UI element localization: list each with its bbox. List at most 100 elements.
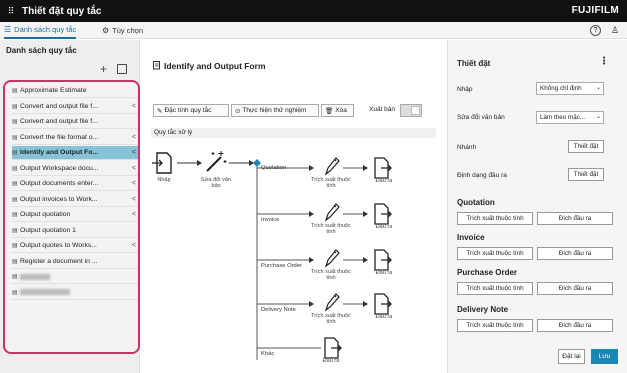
extract-pen-icon[interactable] <box>324 157 340 176</box>
rule-list-item[interactable]: ▤ Output quotation < <box>12 208 138 222</box>
extract-attributes-button[interactable]: Trích xuất thuộc tính <box>457 319 533 332</box>
rule-list-item[interactable]: ▤ Output Workspace docu... < <box>12 162 138 176</box>
arrow-head <box>363 211 368 217</box>
extract-pen-icon[interactable] <box>324 249 340 268</box>
rule-list-item[interactable]: ▤ Output quotation 1 <box>12 224 138 238</box>
add-rule-icon[interactable]: + <box>100 62 107 76</box>
extract-node-label: Trích xuất thuộc tính <box>311 177 351 189</box>
rule-list-item-label: Output quotes to Works... <box>20 242 97 249</box>
rule-editor: Identify and Output Form ✎ Đặc tính quy … <box>141 40 446 373</box>
arrow-head <box>363 301 368 307</box>
rule-list-item[interactable]: ▤ <box>12 286 138 300</box>
reset-button[interactable]: Đặt lại <box>558 349 585 364</box>
input-node-icon[interactable] <box>152 152 172 174</box>
branch-label[interactable]: Delivery Note <box>261 307 296 313</box>
redacted-rule-label <box>20 289 70 295</box>
branch-settings-button[interactable]: Thiết đặt <box>568 140 604 153</box>
check-circle-icon: ⊙ <box>235 107 241 115</box>
processing-rules-label: Quy tắc xử lý <box>151 128 436 138</box>
branch-diamond[interactable] <box>253 159 261 167</box>
output-format-label: Định dạng đầu ra <box>457 172 507 179</box>
copy-rule-icon[interactable] <box>117 64 127 74</box>
section-title: Purchase Order <box>457 268 518 277</box>
flow-diagram <box>152 151 392 360</box>
extract-node-label: Trích xuất thuộc tính <box>311 313 351 325</box>
rule-list-item-label: Output invoices to Work... <box>20 195 98 203</box>
edit-icon: ✎ <box>157 107 163 115</box>
convert-node-label: Sửa đổi văn bản <box>200 177 232 189</box>
title-bar: ⠿ Thiết đặt quy tắc FUJIFILM <box>0 0 627 22</box>
arrow-head <box>309 301 314 307</box>
tab-rule-list-label: Danh sách quy tắc <box>14 25 77 34</box>
output-destination-button[interactable]: Đích đầu ra <box>537 247 613 260</box>
output-destination-button[interactable]: Đích đầu ra <box>537 319 613 332</box>
rule-list-item[interactable]: ▤ Output invoices to Work... < <box>12 193 138 207</box>
rule-list-item[interactable]: ▤ Convert and output file f... <box>12 115 138 129</box>
delete-button[interactable]: 🗑 Xóa <box>321 104 354 117</box>
rule-list-item[interactable]: ▤ Convert the file format o... < <box>12 131 138 145</box>
rule-list-item[interactable]: ▤ Convert and output file f... < <box>12 100 138 114</box>
output-doc-icon[interactable] <box>374 249 392 271</box>
rule-properties-button[interactable]: ✎ Đặc tính quy tắc <box>153 104 229 117</box>
input-select[interactable]: Không chỉ định ⌄ <box>536 82 604 95</box>
branch-label[interactable]: Purchase Order <box>261 263 302 269</box>
document-icon: ▤ <box>12 103 18 110</box>
tab-options-label: Tùy chọn <box>112 26 144 35</box>
share-icon[interactable]: < <box>132 149 136 156</box>
rule-list-item[interactable]: ▤ <box>12 270 138 284</box>
extract-attributes-button[interactable]: Trích xuất thuộc tính <box>457 212 533 225</box>
brand-logo: FUJIFILM <box>571 5 619 16</box>
share-icon[interactable]: < <box>132 180 136 187</box>
window-title: Thiết đặt quy tắc <box>22 5 102 17</box>
document-icon: ▤ <box>12 181 18 187</box>
test-run-button[interactable]: ⊙ Thực hiện thử nghiệm <box>231 104 319 117</box>
convert-node-icon[interactable] <box>206 151 227 172</box>
rule-list-item[interactable]: ▤ Output quotes to Works... < <box>12 239 138 253</box>
output-doc-icon[interactable] <box>374 157 392 179</box>
share-icon[interactable]: < <box>132 103 136 110</box>
format-settings-button[interactable]: Thiết đặt <box>568 168 604 181</box>
convert-select-value: Làm theo mặc... <box>540 114 586 121</box>
rule-list-item[interactable]: ▤ Approximate Estimate <box>12 84 138 98</box>
output-node-label: Đầu ra <box>375 224 393 230</box>
convert-select[interactable]: Làm theo mặc... ⌄ <box>536 111 604 124</box>
share-icon[interactable]: < <box>132 242 136 249</box>
share-icon[interactable]: < <box>132 196 136 203</box>
output-destination-button[interactable]: Đích đầu ra <box>537 282 613 295</box>
output-destination-button[interactable]: Đích đầu ra <box>537 212 613 225</box>
share-icon[interactable]: < <box>132 165 136 172</box>
save-button[interactable]: Lưu <box>591 349 618 364</box>
document-icon: ▤ <box>12 88 18 94</box>
help-icon[interactable]: ? <box>590 25 601 36</box>
output-node-label: Đầu ra <box>375 178 393 184</box>
user-icon[interactable]: ♙ <box>611 25 619 36</box>
document-icon: ▤ <box>12 150 18 156</box>
tab-options[interactable]: ⚙ Tùy chọn <box>102 22 143 39</box>
document-icon: ▤ <box>12 196 18 203</box>
branch-label[interactable]: Invoice <box>261 217 279 223</box>
tab-rule-list[interactable]: ☰ Danh sách quy tắc <box>4 22 77 39</box>
app-grid-icon[interactable]: ⠿ <box>0 6 22 17</box>
rule-list-heading: Danh sách quy tắc <box>6 46 77 55</box>
chevron-down-icon: ⌄ <box>595 114 601 120</box>
branch-label[interactable]: Khác <box>261 351 274 357</box>
extract-pen-icon[interactable] <box>324 293 340 312</box>
rule-list-item-label: Identify and Output Fo... <box>20 149 99 156</box>
rule-list-item-label: Register a document in ... <box>20 257 98 265</box>
branch-label[interactable]: Quotation <box>261 165 286 171</box>
extract-attributes-button[interactable]: Trích xuất thuộc tính <box>457 247 533 260</box>
more-menu-icon[interactable]: ⋮ <box>599 56 609 67</box>
rule-list-item[interactable]: ▤ Output documents enter... < <box>12 177 138 191</box>
output-doc-icon[interactable] <box>324 337 342 359</box>
rule-list-item[interactable]: ▤ Identify and Output Fo... < <box>12 146 138 160</box>
output-doc-icon[interactable] <box>374 293 392 315</box>
extract-attributes-button[interactable]: Trích xuất thuộc tính <box>457 282 533 295</box>
arrow-head <box>309 211 314 217</box>
share-icon[interactable]: < <box>132 211 136 218</box>
extract-pen-icon[interactable] <box>324 203 340 222</box>
publish-toggle[interactable] <box>400 104 422 117</box>
share-icon[interactable]: < <box>132 134 136 141</box>
rule-list-item[interactable]: ▤ Register a document in ... <box>12 255 138 269</box>
output-doc-icon[interactable] <box>374 203 392 225</box>
rule-list: ▤ Approximate Estimate ▤ Convert and output… <box>3 80 140 354</box>
